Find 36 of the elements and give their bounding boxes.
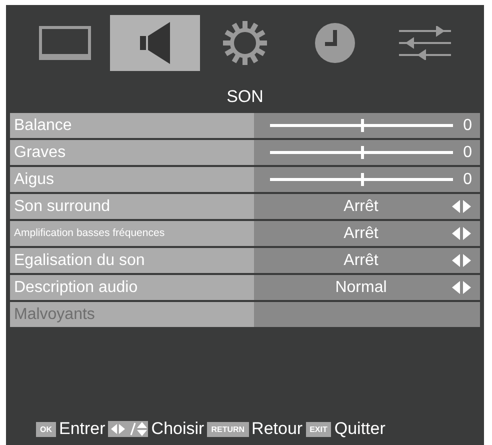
screen-icon — [39, 26, 91, 60]
slider-thumb[interactable] — [360, 119, 364, 132]
setting-value: Normal — [334, 278, 388, 296]
sliders-icon — [399, 26, 451, 60]
left-right-arrows-icon — [452, 254, 472, 267]
arrow-keys-icon — [108, 421, 148, 437]
key-hint: Choisir — [151, 419, 204, 439]
setting-label[interactable]: Amplification basses fréquences — [10, 221, 254, 246]
clock-icon — [314, 22, 356, 64]
gear-icon — [222, 20, 268, 66]
setting-label[interactable]: Graves — [10, 140, 254, 165]
slider-thumb[interactable] — [360, 173, 364, 186]
left-right-arrows-icon — [452, 281, 472, 294]
setting-value: Arrêt — [342, 252, 380, 270]
setting-value: Arrêt — [342, 224, 380, 242]
setting-value: 0 — [463, 170, 472, 188]
setting-value: 0 — [463, 144, 472, 162]
remote-key: RETURN — [207, 422, 249, 436]
key-hint: Retour — [252, 419, 303, 439]
left-right-arrows-icon — [452, 200, 472, 213]
setting-label[interactable]: Aigus — [10, 167, 254, 192]
setting-label[interactable]: Balance — [10, 113, 254, 138]
menu-tab[interactable] — [110, 15, 200, 71]
remote-key: OK — [36, 422, 56, 436]
key-hint: Quitter — [334, 419, 386, 439]
setting-value: 0 — [463, 116, 472, 134]
left-right-arrows-icon — [452, 227, 472, 240]
setting-label[interactable]: Egalisation du son — [10, 248, 254, 273]
remote-key: EXIT — [306, 422, 332, 436]
key-hint: Entrer — [59, 419, 106, 439]
setting-value: Arrêt — [342, 198, 380, 216]
slider-thumb[interactable] — [360, 146, 364, 159]
menu-title: SON — [226, 87, 264, 107]
speaker-icon — [138, 20, 172, 66]
setting-label[interactable]: Son surround — [10, 194, 254, 219]
setting-label[interactable]: Description audio — [10, 275, 254, 300]
